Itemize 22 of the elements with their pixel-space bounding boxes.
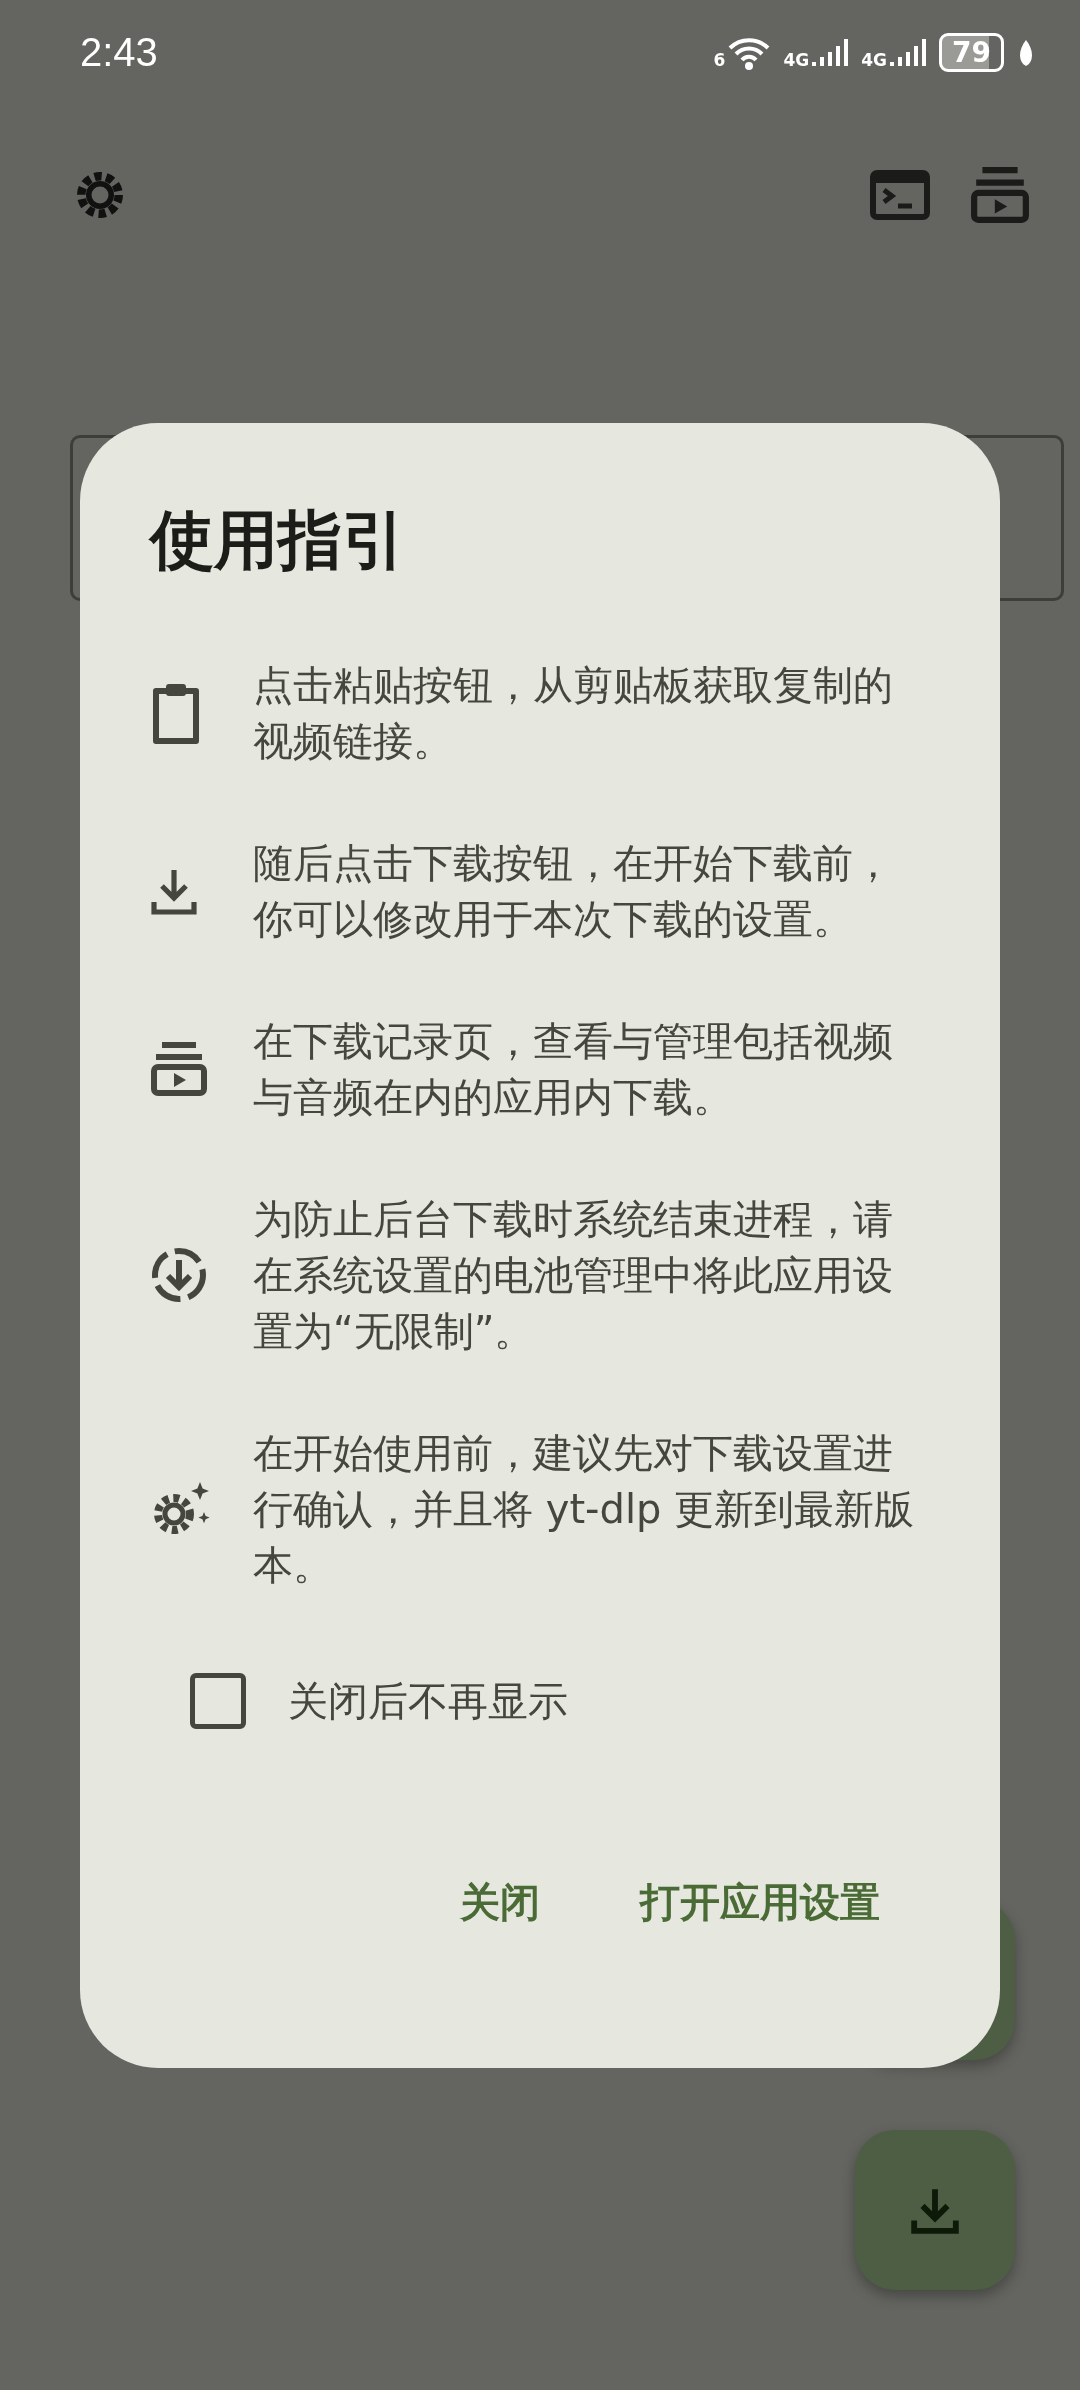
- download-button[interactable]: [855, 2130, 1015, 2290]
- wifi-icon: [727, 35, 772, 70]
- network-type-label: 4G: [783, 49, 810, 70]
- checkbox-label: 关闭后不再显示: [288, 1676, 568, 1726]
- dialog-title: 使用指引: [150, 502, 407, 579]
- terminal-icon[interactable]: [870, 170, 930, 220]
- guide-text: 在下载记录页，查看与管理包括视频与音频在内的应用内下载。: [253, 1017, 894, 1122]
- wifi-label: 6: [713, 49, 726, 70]
- network-type-label: 4G: [861, 49, 888, 70]
- guide-text: 为防止后台下载时系统结束进程，请在系统设置的电池管理中将此应用设置为“无限制”。: [253, 1195, 894, 1356]
- download-circle-icon: [150, 1246, 208, 1304]
- clipboard-icon: [150, 681, 202, 745]
- guide-text: 在开始使用前，建议先对下载设置进行确认，并且将 yt-dlp 更新到最新版本。: [253, 1429, 916, 1590]
- guide-text: 随后点击下载按钮，在开始下载前，你可以修改用于本次下载的设置。: [253, 839, 894, 944]
- status-time: 2:43: [80, 30, 158, 75]
- guide-text: 点击粘贴按钮，从剪贴板获取复制的视频链接。: [253, 661, 894, 766]
- queue-icon[interactable]: [970, 166, 1030, 224]
- checkbox[interactable]: [190, 1673, 246, 1729]
- open-settings-button[interactable]: 打开应用设置: [610, 1859, 910, 1946]
- queue-icon: [150, 1041, 208, 1097]
- battery-indicator: 79: [939, 33, 1004, 72]
- close-button[interactable]: 关闭: [430, 1859, 570, 1946]
